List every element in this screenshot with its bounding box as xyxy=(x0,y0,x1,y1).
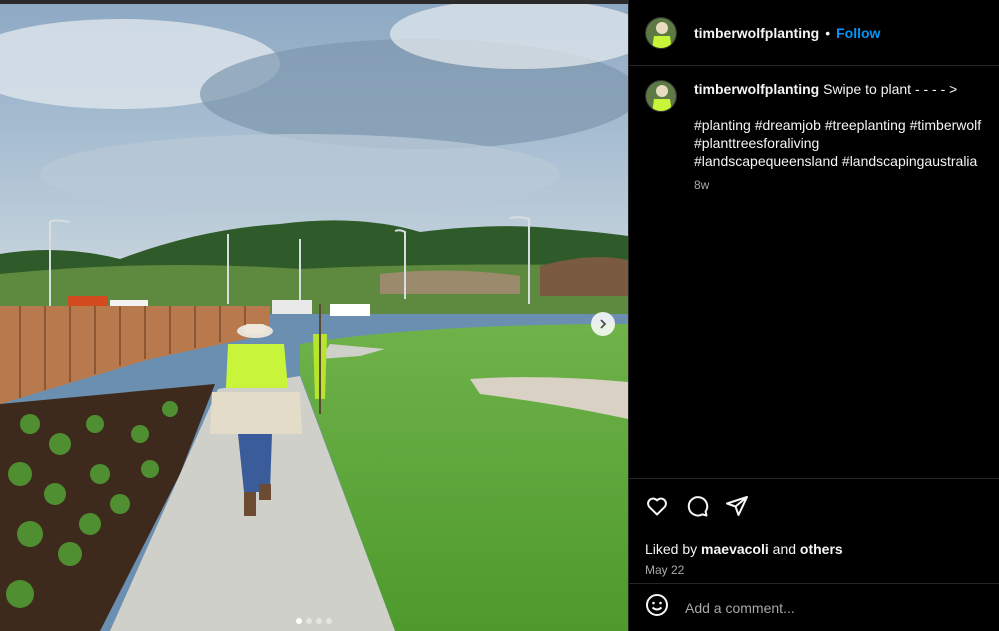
avatar-image xyxy=(646,17,676,48)
emoji-icon xyxy=(646,594,668,616)
post-actions: Liked by maevacoli and others May 22 xyxy=(629,478,999,577)
post-header: timberwolfplanting • Follow xyxy=(629,0,999,66)
carousel-dot-active xyxy=(296,618,302,624)
carousel-dot xyxy=(326,618,332,624)
caption-hashtags: #planting #dreamjob #treeplanting #timbe… xyxy=(694,116,983,170)
post-date[interactable]: May 22 xyxy=(645,563,984,577)
post-details-panel: timberwolfplanting • Follow timberwolfpl… xyxy=(628,0,999,631)
avatar[interactable] xyxy=(645,80,677,112)
hashtag-line[interactable]: #planting #dreamjob #treeplanting #timbe… xyxy=(694,116,983,134)
heart-icon xyxy=(647,497,667,516)
separator-dot: • xyxy=(825,24,831,41)
send-icon xyxy=(726,496,748,516)
carousel-indicator xyxy=(296,618,332,624)
post-image[interactable] xyxy=(0,4,628,631)
comment-button[interactable] xyxy=(685,494,709,518)
caption-text: Swipe to plant - - - - > xyxy=(823,81,958,97)
likes-prefix: Liked by xyxy=(645,541,698,557)
comment-composer xyxy=(629,583,999,631)
comment-icon xyxy=(687,496,709,517)
post-photo-illustration xyxy=(0,4,628,631)
avatar-image xyxy=(646,81,676,111)
likes-user[interactable]: maevacoli xyxy=(701,541,769,557)
caption-username[interactable]: timberwolfplanting xyxy=(694,81,819,97)
like-button[interactable] xyxy=(645,494,669,518)
carousel-dot xyxy=(316,618,322,624)
carousel-dot xyxy=(306,618,312,624)
likes-connector: and xyxy=(772,541,797,557)
chevron-right-icon xyxy=(600,319,607,329)
likes-summary: Liked by maevacoli and others xyxy=(645,541,984,557)
comment-input[interactable] xyxy=(685,599,965,616)
caption-first-line: timberwolfplanting Swipe to plant - - - … xyxy=(694,80,983,98)
likes-others[interactable]: others xyxy=(800,541,843,557)
caption-body: timberwolfplanting Swipe to plant - - - … xyxy=(694,80,983,194)
action-icons xyxy=(645,491,984,521)
share-button[interactable] xyxy=(725,494,749,518)
post-author-username[interactable]: timberwolfplanting xyxy=(694,25,819,41)
avatar[interactable] xyxy=(645,16,677,49)
post-caption: timberwolfplanting Swipe to plant - - - … xyxy=(629,66,999,194)
hashtag-line[interactable]: #landscapequeensland #landscapingaustral… xyxy=(694,152,983,170)
hashtag-line[interactable]: #planttreesforaliving xyxy=(694,134,983,152)
emoji-button[interactable] xyxy=(645,593,669,622)
carousel-next-button[interactable] xyxy=(591,312,615,336)
caption-timestamp[interactable]: 8w xyxy=(694,176,983,194)
follow-button[interactable]: Follow xyxy=(836,25,880,41)
